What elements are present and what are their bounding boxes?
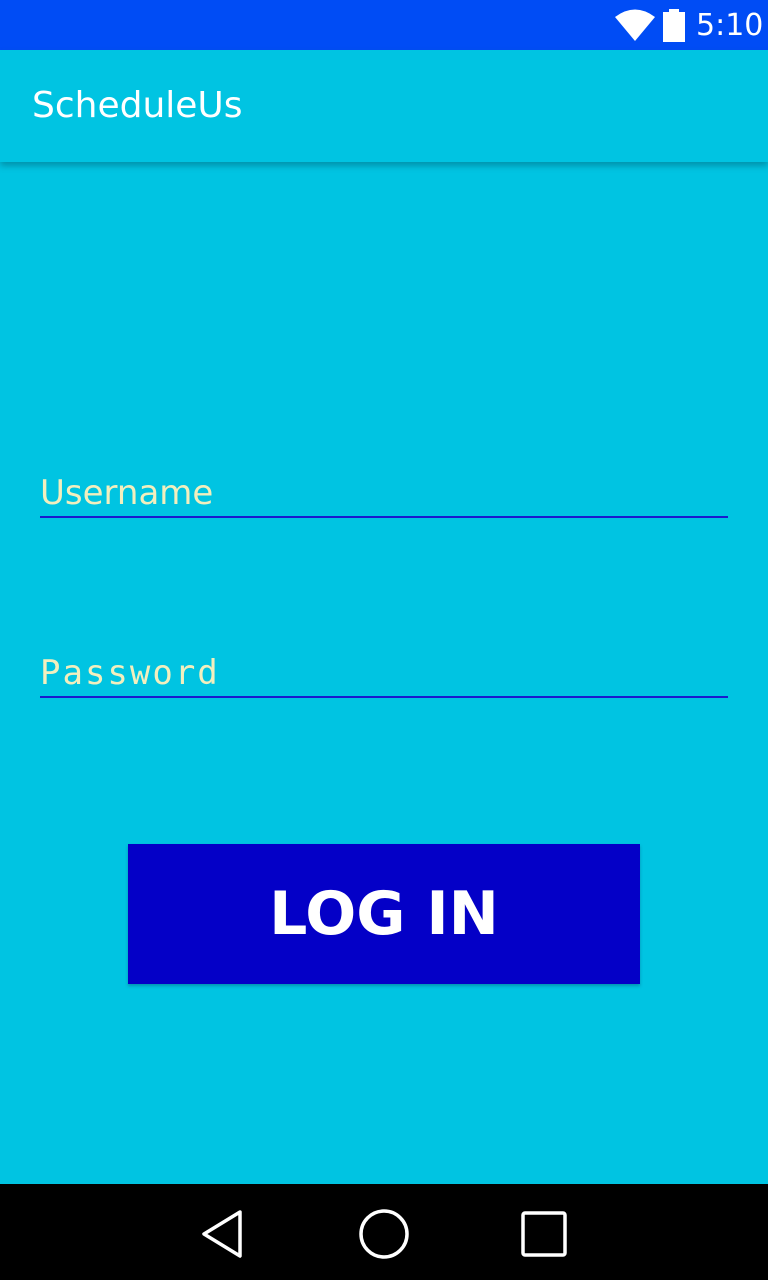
recents-icon[interactable] <box>518 1208 570 1260</box>
status-time: 5:10 <box>696 8 764 43</box>
battery-icon <box>663 9 685 42</box>
navigation-bar <box>0 1184 768 1280</box>
home-icon[interactable] <box>358 1208 410 1260</box>
login-button[interactable]: LOG IN <box>128 844 640 984</box>
back-icon[interactable] <box>196 1208 248 1260</box>
login-screen: 5:10 ScheduleUs LOG IN <box>0 0 768 1280</box>
username-field <box>40 470 728 520</box>
username-input[interactable] <box>40 470 728 518</box>
password-field <box>40 650 728 700</box>
app-title: ScheduleUs <box>32 85 243 126</box>
status-bar: 5:10 <box>0 0 768 50</box>
password-input[interactable] <box>40 650 728 698</box>
app-bar: ScheduleUs <box>0 50 768 162</box>
wifi-icon <box>615 9 655 41</box>
